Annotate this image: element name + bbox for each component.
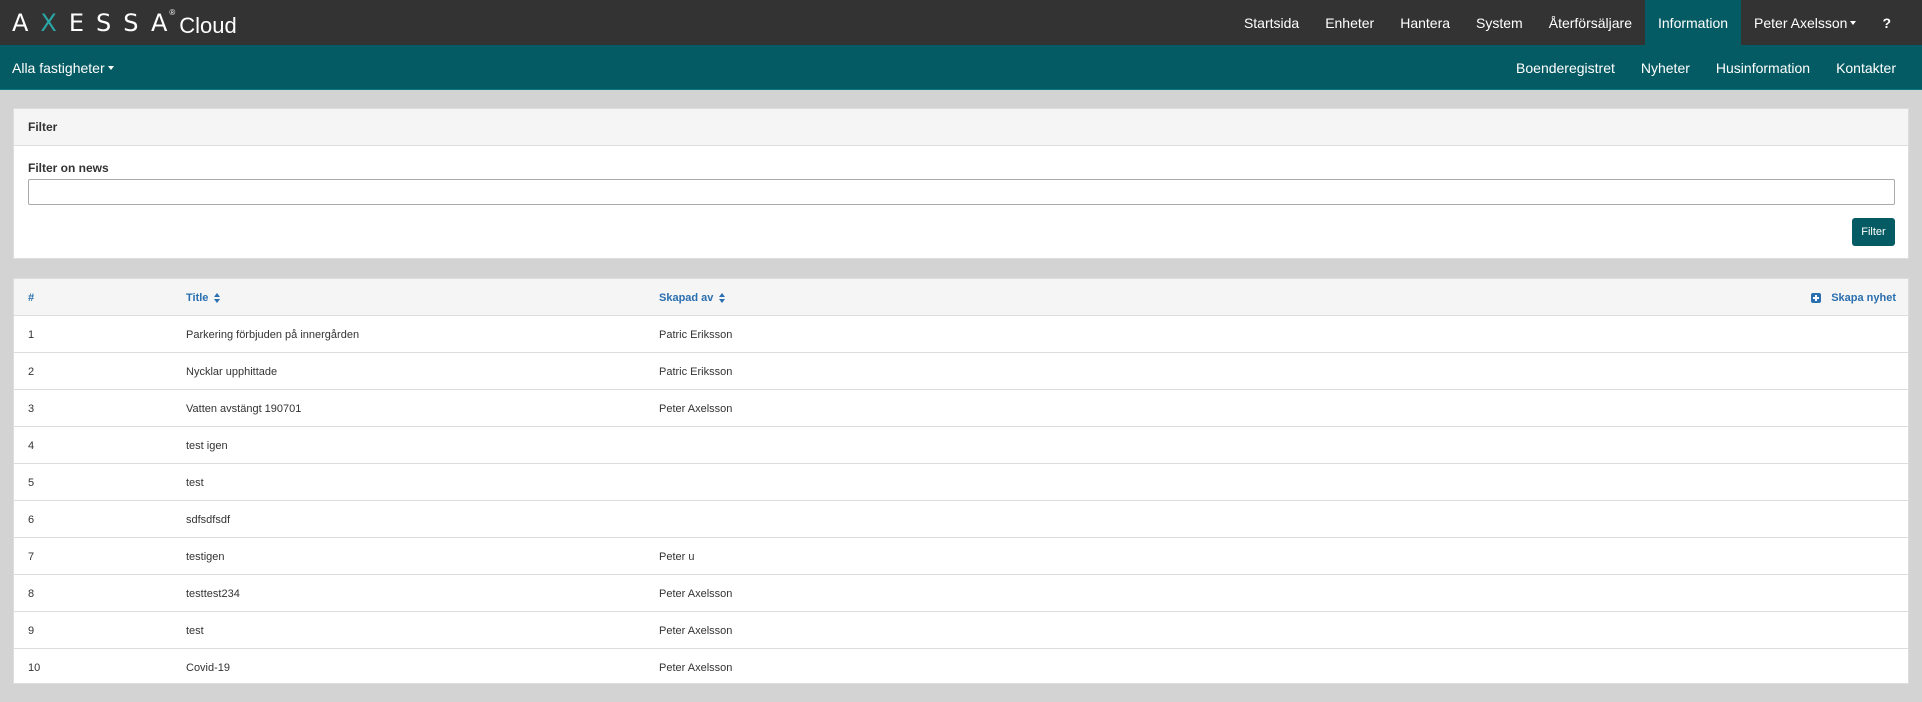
row-number: 6 [28, 513, 35, 526]
row-title: test igen [186, 439, 228, 452]
row-title: Nycklar upphittade [186, 365, 278, 378]
table-row[interactable]: 5 test [14, 464, 1908, 501]
subnav-boenderegistret[interactable]: Boenderegistret [1503, 60, 1628, 76]
table-row[interactable]: 7 testigen Peter u [14, 538, 1908, 575]
nav-enheter[interactable]: Enheter [1312, 0, 1387, 45]
column-header-title[interactable]: Title [186, 279, 221, 316]
filter-button[interactable]: Filter [1852, 218, 1895, 246]
row-created-by: Patric Eriksson [659, 365, 733, 378]
news-table: # Title Skapad av Skapa nyhet 1 Parkering… [13, 278, 1909, 684]
row-title: testigen [186, 550, 225, 563]
row-created-by: Peter Axelsson [659, 624, 733, 637]
subnav-kontakter[interactable]: Kontakter [1823, 60, 1909, 76]
nav-aterforsaljare[interactable]: Återförsäljare [1536, 0, 1645, 45]
axessa-cloud-logo[interactable]: AXESSA ® Cloud [12, 0, 237, 45]
logo-registered-mark: ® [169, 8, 176, 17]
user-menu[interactable]: Peter Axelsson [1741, 0, 1869, 45]
logo-cloud-text: Cloud [179, 12, 237, 38]
nav-system[interactable]: System [1463, 0, 1536, 45]
information-menu: Boenderegistret Nyheter Husinformation K… [1503, 45, 1909, 90]
filter-news-input[interactable] [28, 179, 1895, 205]
nav-information[interactable]: Information [1645, 0, 1742, 45]
row-created-by: Peter Axelsson [659, 402, 733, 415]
top-navbar: AXESSA ® Cloud Startsida Enheter Hantera… [0, 0, 1922, 45]
table-header: # Title Skapad av Skapa nyhet [14, 279, 1908, 316]
nav-startsida[interactable]: Startsida [1231, 0, 1312, 45]
filter-label: Filter on news [28, 161, 109, 175]
row-created-by: Peter u [659, 550, 695, 563]
row-number: 10 [28, 661, 41, 674]
row-created-by: Peter Axelsson [659, 587, 733, 600]
caret-down-icon [107, 65, 114, 70]
row-created-by: Peter Axelsson [659, 661, 733, 674]
sort-icon [719, 292, 726, 303]
filter-panel-heading: Filter [14, 109, 1908, 146]
row-number: 2 [28, 365, 35, 378]
column-header-created-by[interactable]: Skapad av [659, 279, 726, 316]
table-row[interactable]: 1 Parkering förbjuden på innergården Patri… [14, 316, 1908, 353]
row-number: 4 [28, 439, 35, 452]
caret-down-icon [1850, 20, 1857, 25]
table-row[interactable]: 2 Nycklar upphittade Patric Eriksson [14, 353, 1908, 390]
row-title: Covid-19 [186, 661, 231, 674]
table-row[interactable]: 3 Vatten avstängt 190701 Peter Axelsson [14, 390, 1908, 427]
row-number: 3 [28, 402, 35, 415]
property-selector[interactable]: Alla fastigheter [12, 45, 114, 90]
row-number: 1 [28, 328, 35, 341]
row-number: 9 [28, 624, 35, 637]
row-title: sdfsdfsdf [186, 513, 231, 526]
row-title: Parkering förbjuden på innergården [186, 328, 360, 341]
table-row[interactable]: 9 test Peter Axelsson [14, 612, 1908, 649]
row-number: 5 [28, 476, 35, 489]
question-mark-icon: ? [1882, 14, 1891, 31]
create-news-button[interactable]: Skapa nyhet [1811, 279, 1896, 316]
row-title: Vatten avstängt 190701 [186, 402, 302, 415]
row-title: testtest234 [186, 587, 240, 600]
row-title: test [186, 624, 204, 637]
sub-navbar: Alla fastigheter Boenderegistret Nyheter… [0, 45, 1922, 90]
sort-icon [214, 292, 221, 303]
row-title: test [186, 476, 204, 489]
row-number: 7 [28, 550, 35, 563]
table-row[interactable]: 10 Covid-19 Peter Axelsson [14, 649, 1908, 686]
table-body: 1 Parkering förbjuden på innergården Patri… [14, 316, 1908, 686]
main-menu: Startsida Enheter Hantera System Återför… [1231, 0, 1904, 45]
row-number: 8 [28, 587, 35, 600]
table-row[interactable]: 8 testtest234 Peter Axelsson [14, 575, 1908, 612]
logo-wordmark: AXESSA [12, 8, 180, 37]
table-row[interactable]: 6 sdfsdfsdf [14, 501, 1908, 538]
help-button[interactable]: ? [1869, 0, 1904, 45]
column-header-number[interactable]: # [28, 279, 34, 316]
subnav-nyheter[interactable]: Nyheter [1628, 60, 1703, 76]
table-row[interactable]: 4 test igen [14, 427, 1908, 464]
subnav-husinformation[interactable]: Husinformation [1703, 60, 1823, 76]
nav-hantera[interactable]: Hantera [1387, 0, 1463, 45]
filter-panel: Filter Filter on news Filter [13, 108, 1909, 259]
row-created-by: Patric Eriksson [659, 328, 733, 341]
plus-square-icon [1811, 292, 1822, 303]
